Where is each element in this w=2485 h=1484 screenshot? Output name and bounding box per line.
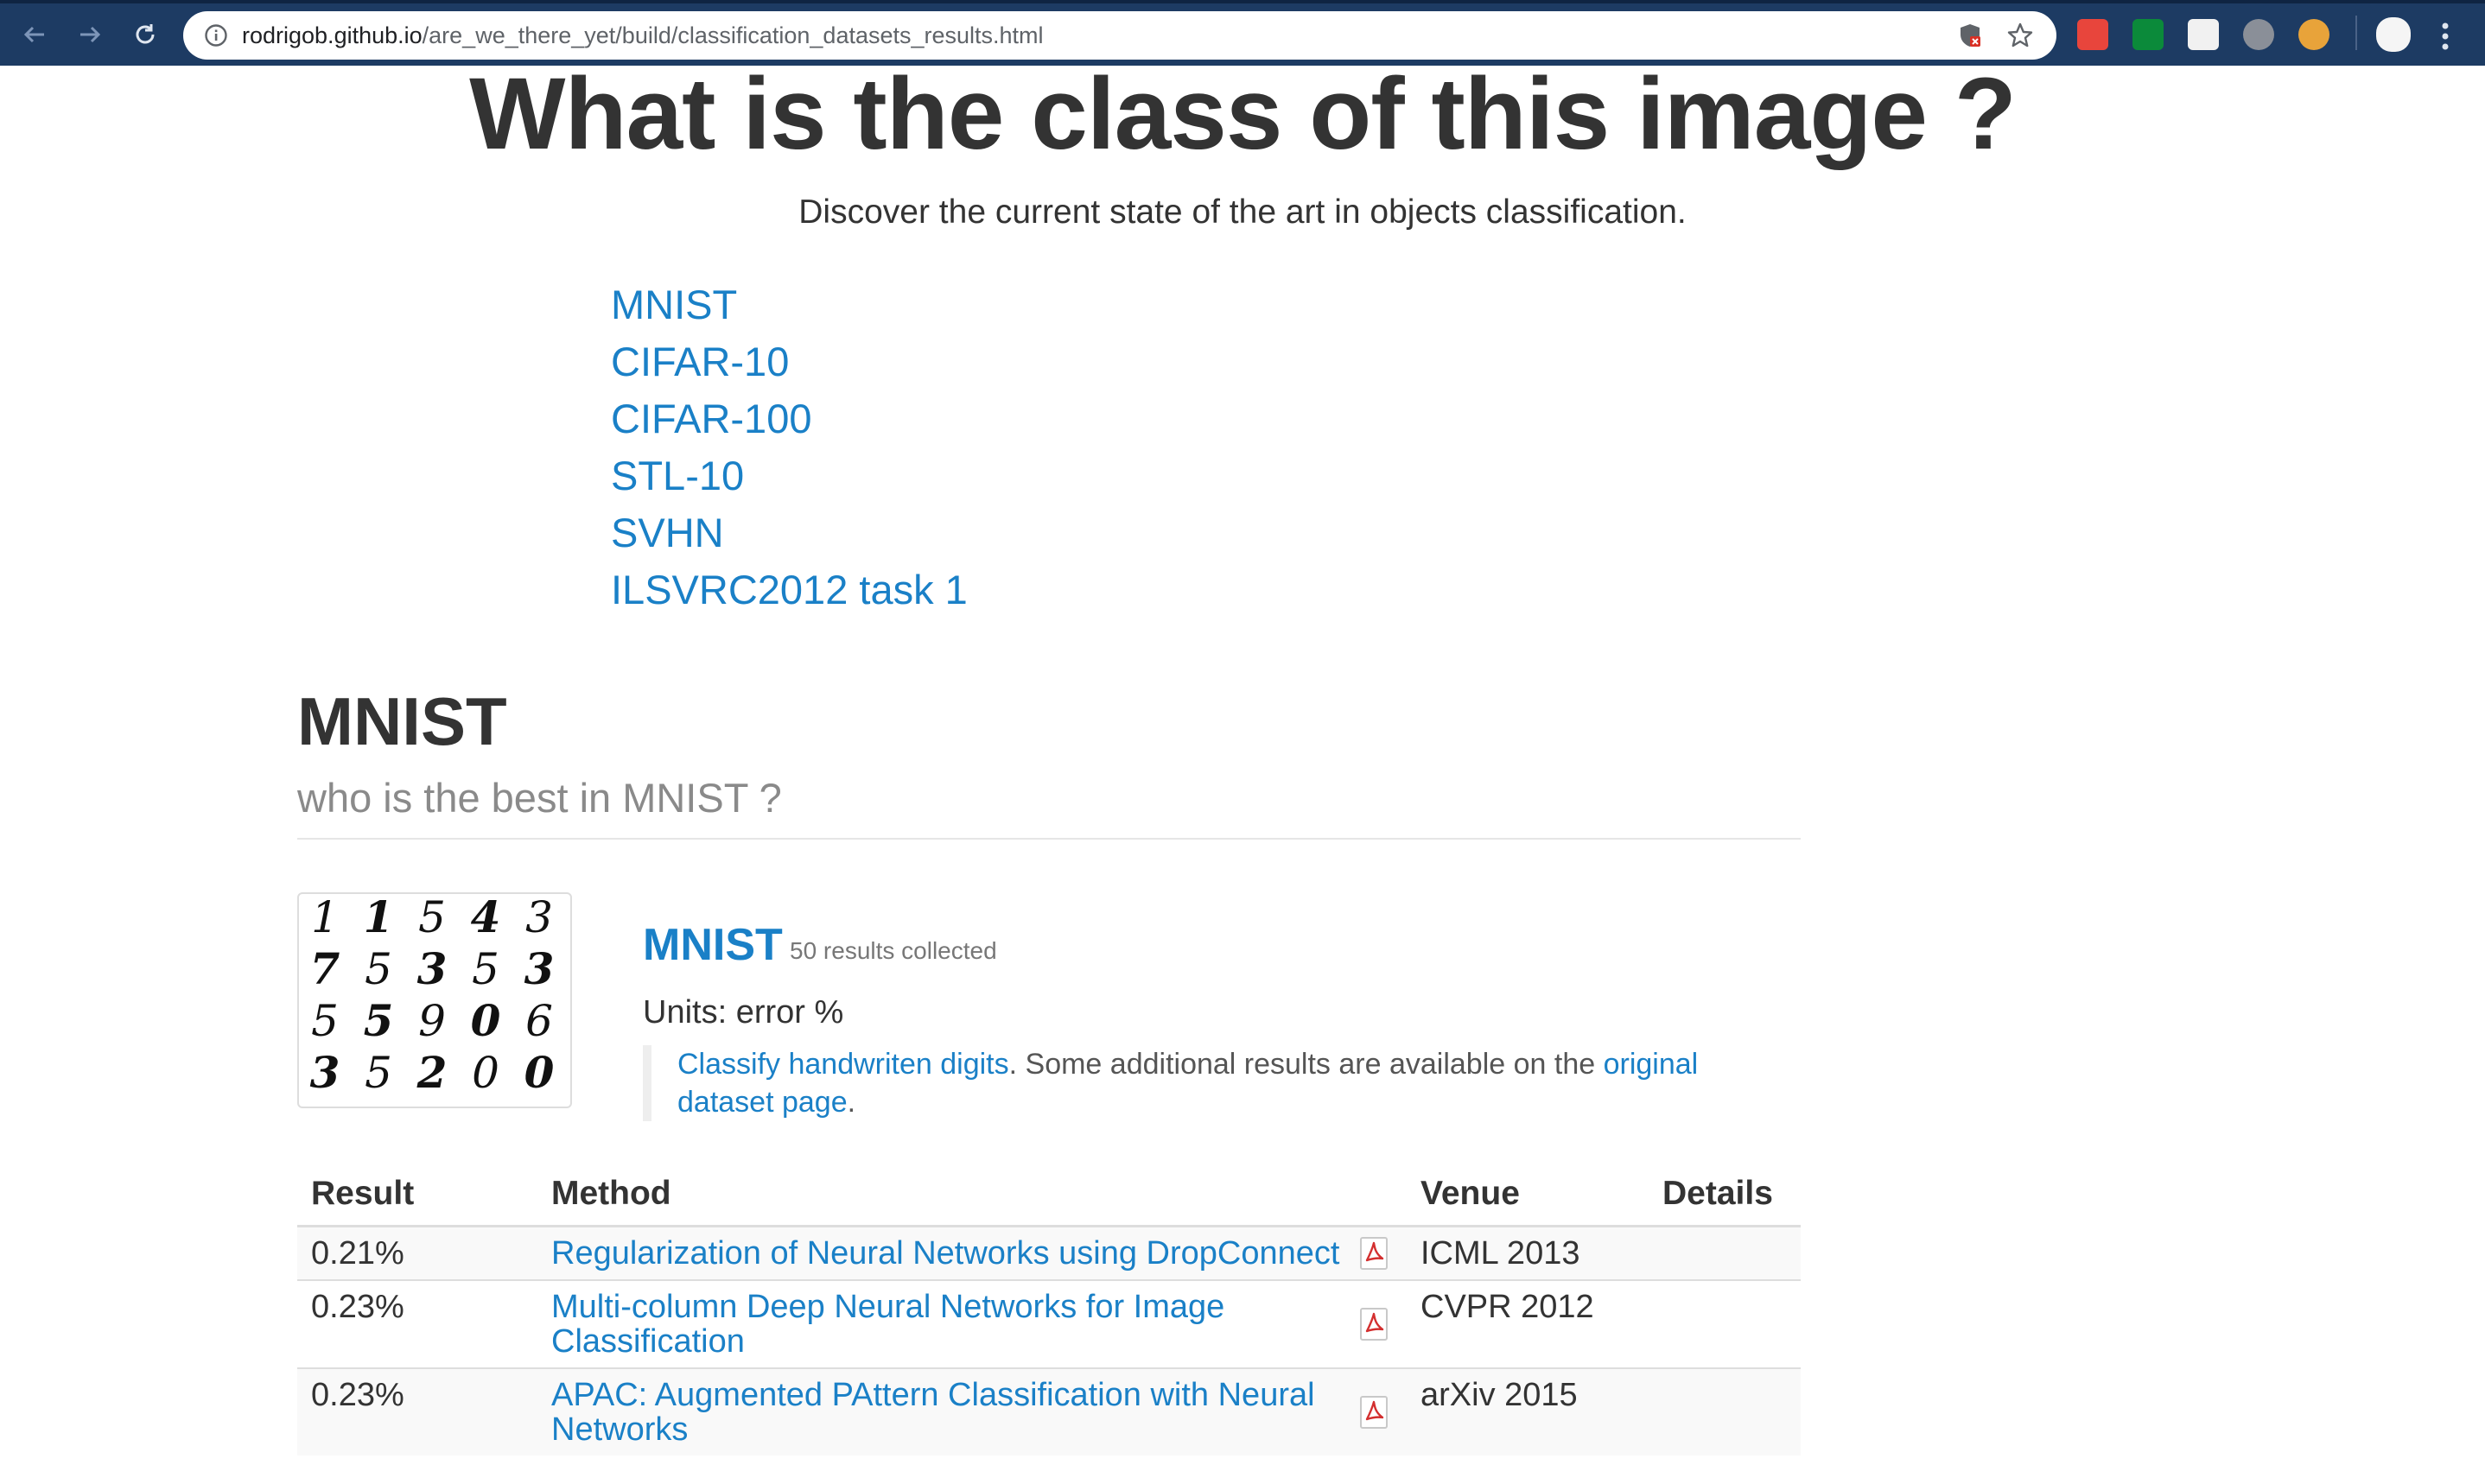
pdf-icon[interactable] bbox=[1358, 1236, 1391, 1271]
result-cell: 0.23% bbox=[297, 1279, 537, 1368]
toc-item: CIFAR-100 bbox=[611, 390, 968, 447]
method-cell: Multi-column Deep Neural Networks for Im… bbox=[537, 1279, 1358, 1368]
dataset-link[interactable]: MNIST bbox=[643, 919, 783, 971]
shield-icon[interactable] bbox=[1956, 22, 1984, 49]
table-row: 0.23% APAC: Augmented PAttern Classifica… bbox=[297, 1367, 1801, 1455]
extension-2-icon[interactable] bbox=[2132, 19, 2164, 50]
result-cell: 0.23% bbox=[297, 1367, 537, 1455]
results-table: Result Method Venue Details 0.21% Regula… bbox=[297, 1163, 1801, 1455]
extension-3-icon[interactable] bbox=[2188, 19, 2219, 50]
toc-item: ILSVRC2012 task 1 bbox=[611, 561, 968, 618]
description-end: . bbox=[847, 1086, 856, 1119]
method-link[interactable]: Regularization of Neural Networks using … bbox=[551, 1235, 1339, 1272]
address-bar[interactable]: rodrigob.github.io/are_we_there_yet/buil… bbox=[183, 11, 2056, 60]
column-header-method: Method bbox=[537, 1163, 1358, 1227]
dataset-description: Classify handwriten digits. Some additio… bbox=[643, 1045, 1766, 1121]
column-header-details: Details bbox=[1649, 1163, 1801, 1227]
digit-glyph: 4 bbox=[471, 894, 501, 942]
star-icon[interactable] bbox=[2006, 22, 2034, 49]
method-link[interactable]: APAC: Augmented PAttern Classification w… bbox=[551, 1377, 1315, 1448]
toc-item: CIFAR-10 bbox=[611, 333, 968, 390]
pdf-icon[interactable] bbox=[1358, 1395, 1391, 1430]
digit-glyph: 5 bbox=[365, 1048, 392, 1098]
digit-glyph: 6 bbox=[525, 996, 553, 1046]
forward-button[interactable] bbox=[71, 16, 109, 54]
toc-link-ilsvrc2012[interactable]: ILSVRC2012 task 1 bbox=[611, 567, 968, 612]
digit-glyph: 9 bbox=[418, 996, 446, 1046]
digit-glyph: 0 bbox=[524, 1047, 555, 1098]
toolbar-divider bbox=[2355, 16, 2357, 50]
digit-glyph: 3 bbox=[525, 894, 553, 942]
digit-glyph: 0 bbox=[472, 1048, 499, 1098]
venue-cell: CVPR 2012 bbox=[1407, 1279, 1649, 1368]
digit-glyph: 0 bbox=[471, 995, 501, 1046]
digit-glyph: 3 bbox=[310, 1047, 340, 1098]
toc-link-mnist[interactable]: MNIST bbox=[611, 282, 737, 327]
digit-glyph: 5 bbox=[364, 995, 394, 1046]
digit-glyph: 3 bbox=[417, 943, 448, 994]
extension-4-icon[interactable] bbox=[2243, 19, 2274, 50]
digit-glyph: 5 bbox=[311, 996, 339, 1046]
section-title: MNIST bbox=[297, 683, 507, 759]
url-text: rodrigob.github.io/are_we_there_yet/buil… bbox=[242, 22, 1044, 48]
table-header-row: Result Method Venue Details bbox=[297, 1163, 1801, 1227]
digit-glyph: 5 bbox=[418, 894, 446, 942]
url-host: rodrigob.github.io bbox=[242, 22, 423, 48]
pdf-icon[interactable] bbox=[1358, 1307, 1391, 1341]
reload-button[interactable] bbox=[126, 16, 164, 54]
pdf-cell bbox=[1358, 1367, 1407, 1455]
arrow-left-icon bbox=[23, 26, 44, 43]
details-cell bbox=[1649, 1225, 1801, 1280]
method-link[interactable]: Multi-column Deep Neural Networks for Im… bbox=[551, 1289, 1224, 1360]
page-subtitle: Discover the current state of the art in… bbox=[798, 193, 1687, 231]
digit-glyph: 1 bbox=[311, 894, 339, 942]
back-button[interactable] bbox=[16, 16, 54, 54]
venue-cell: arXiv 2015 bbox=[1407, 1367, 1649, 1455]
method-cell: Regularization of Neural Networks using … bbox=[537, 1225, 1358, 1280]
method-cell: APAC: Augmented PAttern Classification w… bbox=[537, 1367, 1358, 1455]
details-cell bbox=[1649, 1279, 1801, 1368]
page-title: What is the class of this image ? bbox=[469, 57, 2017, 171]
column-header-result: Result bbox=[297, 1163, 537, 1227]
description-text: . Some additional results are available … bbox=[1008, 1048, 1604, 1081]
venue-cell: ICML 2013 bbox=[1407, 1225, 1649, 1280]
toc-item: STL-10 bbox=[611, 447, 968, 504]
mnist-digits-image: 1 1 5 4 37 5 3 5 35 5 9 0 63 5 2 0 0 bbox=[310, 891, 555, 1098]
reload-icon bbox=[136, 24, 155, 44]
digit-glyph: 3 bbox=[524, 943, 555, 994]
results-count: 50 results collected bbox=[790, 937, 997, 964]
toc-link-stl10[interactable]: STL-10 bbox=[611, 453, 744, 498]
toc-link-cifar10[interactable]: CIFAR-10 bbox=[611, 339, 789, 384]
kebab-menu-icon[interactable] bbox=[2437, 19, 2454, 54]
column-header-pdf bbox=[1358, 1163, 1407, 1227]
pdf-cell bbox=[1358, 1279, 1407, 1368]
table-row: 0.21% Regularization of Neural Networks … bbox=[297, 1225, 1801, 1280]
table-row: 0.23% Multi-column Deep Neural Networks … bbox=[297, 1279, 1801, 1368]
digit-glyph: 5 bbox=[472, 944, 499, 994]
extension-5-icon[interactable] bbox=[2298, 19, 2329, 50]
dataset-index: MNIST CIFAR-10 CIFAR-100 STL-10 SVHN ILS… bbox=[611, 276, 968, 618]
mnist-thumbnail: 11543753535590635200 bbox=[297, 891, 572, 1108]
digit-glyph: 1 bbox=[364, 894, 394, 942]
digit-glyph: 2 bbox=[416, 1047, 448, 1098]
units-label: Units: error % bbox=[643, 994, 844, 1031]
info-icon[interactable] bbox=[204, 23, 228, 48]
avatar[interactable] bbox=[2376, 17, 2411, 52]
result-cell: 0.21% bbox=[297, 1225, 537, 1280]
pdf-cell bbox=[1358, 1225, 1407, 1280]
section-divider bbox=[297, 838, 1801, 840]
digit-glyph: 7 bbox=[310, 943, 340, 994]
url-path: /are_we_there_yet/build/classification_d… bbox=[422, 22, 1044, 48]
details-cell bbox=[1649, 1367, 1801, 1455]
extension-1-icon[interactable] bbox=[2077, 19, 2108, 50]
toc-item: SVHN bbox=[611, 504, 968, 561]
task-description-link[interactable]: Classify handwriten digits bbox=[677, 1048, 1009, 1081]
section-subtitle: who is the best in MNIST ? bbox=[297, 775, 782, 821]
column-header-venue: Venue bbox=[1407, 1163, 1649, 1227]
toc-link-svhn[interactable]: SVHN bbox=[611, 510, 724, 555]
arrow-right-icon bbox=[80, 26, 101, 43]
digit-glyph: 5 bbox=[365, 944, 392, 994]
toc-link-cifar100[interactable]: CIFAR-100 bbox=[611, 396, 811, 441]
toc-item: MNIST bbox=[611, 276, 968, 333]
